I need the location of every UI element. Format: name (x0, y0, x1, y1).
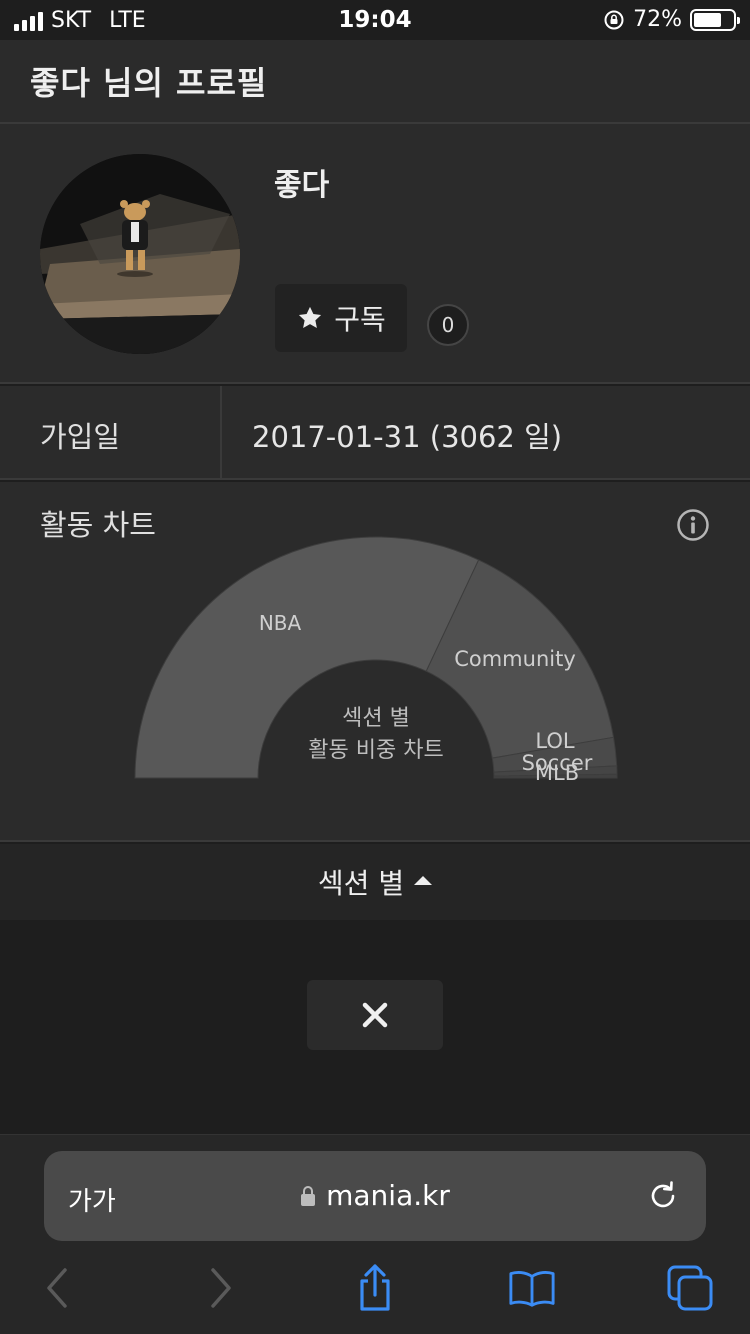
section-toggle-button[interactable]: 섹션 별 (0, 844, 750, 920)
caret-up-icon (414, 875, 433, 885)
chart-label-nba: NBA (259, 611, 302, 635)
browser-chrome: 가가 mania.kr (0, 1134, 750, 1334)
page-title: 좋다 님의 프로필 (30, 64, 268, 102)
avatar (40, 154, 240, 354)
orientation-lock-icon (604, 10, 624, 29)
profile-card: 좋다 구독 0 (0, 124, 750, 384)
chart-label-lol: LOL (535, 729, 574, 753)
share-button[interactable] (351, 1263, 399, 1313)
battery-percent: 72% (633, 7, 682, 32)
subscriber-count: 0 (427, 304, 469, 346)
join-date-label: 가입일 (40, 420, 121, 454)
chevron-left-icon (47, 1268, 67, 1308)
close-area (0, 920, 750, 1134)
tabs-icon (667, 1265, 713, 1311)
chart-label-mlb: MLB (535, 761, 579, 785)
lock-icon (301, 1185, 316, 1206)
tabs-button[interactable] (666, 1263, 714, 1313)
divider (220, 386, 222, 480)
avatar-image (40, 154, 240, 354)
bookmarks-button[interactable] (508, 1263, 556, 1313)
url-display[interactable]: mania.kr (44, 1179, 706, 1212)
share-icon (360, 1264, 390, 1311)
status-bar: SKT LTE 19:04 72% (0, 0, 750, 40)
join-date-row: 가입일 2017-01-31 (3062 일) (0, 386, 750, 480)
chart-title: 활동 차트 (40, 508, 156, 542)
info-icon[interactable] (676, 508, 710, 542)
center-label-line2: 활동 비중 차트 (308, 738, 443, 763)
center-label-line1: 섹션 별 (342, 706, 410, 731)
page-header: 좋다 님의 프로필 (0, 40, 750, 124)
browser-toolbar (0, 1263, 750, 1319)
subscribe-button[interactable]: 구독 (275, 284, 407, 352)
status-right: 72% (603, 7, 740, 32)
close-icon (362, 1002, 388, 1028)
close-button[interactable] (307, 980, 443, 1050)
battery-fill (694, 12, 722, 27)
chart-label-community: Community (454, 647, 576, 671)
address-bar[interactable]: 가가 mania.kr (44, 1151, 706, 1241)
chevron-right-icon (211, 1268, 231, 1308)
activity-chart-section: NBA Community LOL Soccer MLB 섹션 별 활동 비중 차트 활동 … (0, 482, 750, 842)
back-button[interactable] (34, 1263, 82, 1313)
book-icon (509, 1270, 555, 1307)
forward-button[interactable] (196, 1263, 244, 1313)
section-toggle-label: 섹션 별 (317, 867, 405, 900)
join-date-value: 2017-01-31 (3062 일) (252, 420, 563, 454)
star-icon (299, 306, 322, 329)
reload-icon[interactable] (646, 1179, 680, 1213)
battery-icon (690, 8, 740, 31)
username: 좋다 (274, 168, 330, 203)
url-text: mania.kr (326, 1179, 450, 1212)
subscribe-label: 구독 (334, 303, 386, 336)
